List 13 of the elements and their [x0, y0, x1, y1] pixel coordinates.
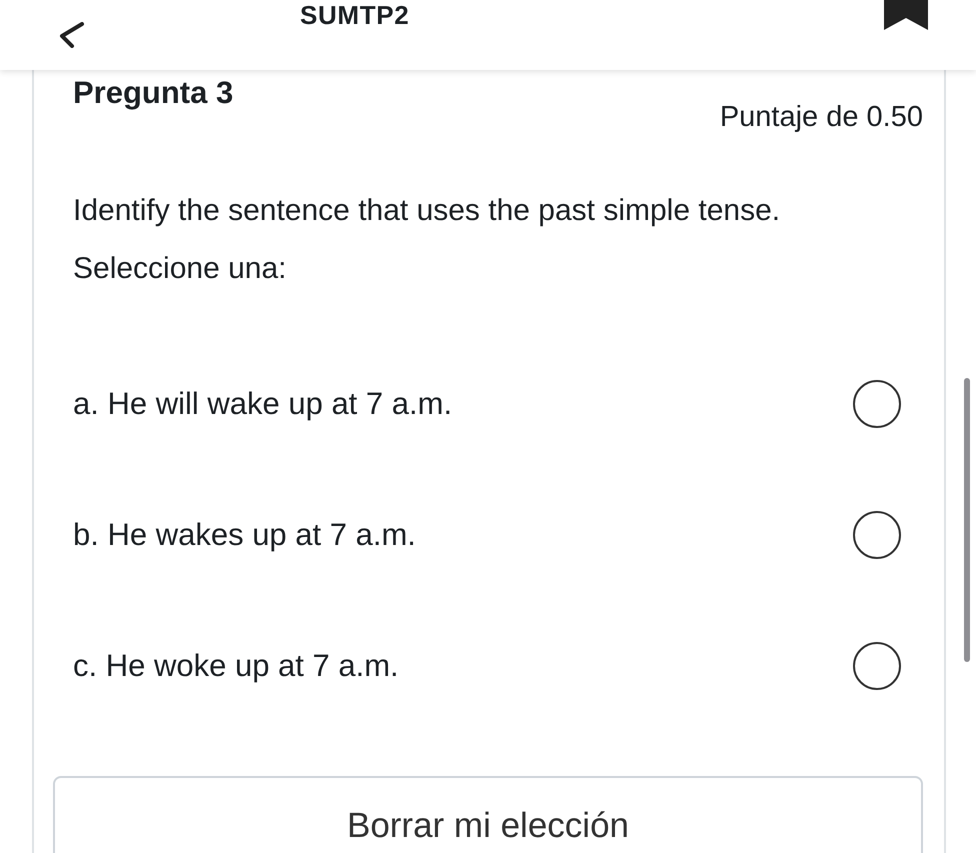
prompt-text: Seleccione una:	[73, 250, 288, 286]
question-title: Pregunta 3	[73, 74, 234, 112]
question-text: Identify the sentence that uses the past simple tense.	[73, 192, 782, 228]
page-title: SUMTP2	[300, 0, 410, 32]
score-text: Puntaje de 0.50	[720, 100, 923, 135]
option-label: a. He will wake up at 7 a.m.	[73, 384, 452, 423]
radio-button[interactable]	[853, 642, 901, 690]
radio-button[interactable]	[853, 380, 901, 428]
clear-choice-button[interactable]: Borrar mi elección	[53, 776, 923, 853]
bookmark-icon[interactable]	[882, 0, 930, 32]
option-label: b. He wakes up at 7 a.m.	[73, 516, 416, 554]
option-label: c. He woke up at 7 a.m.	[73, 646, 399, 685]
radio-button[interactable]	[853, 511, 901, 559]
